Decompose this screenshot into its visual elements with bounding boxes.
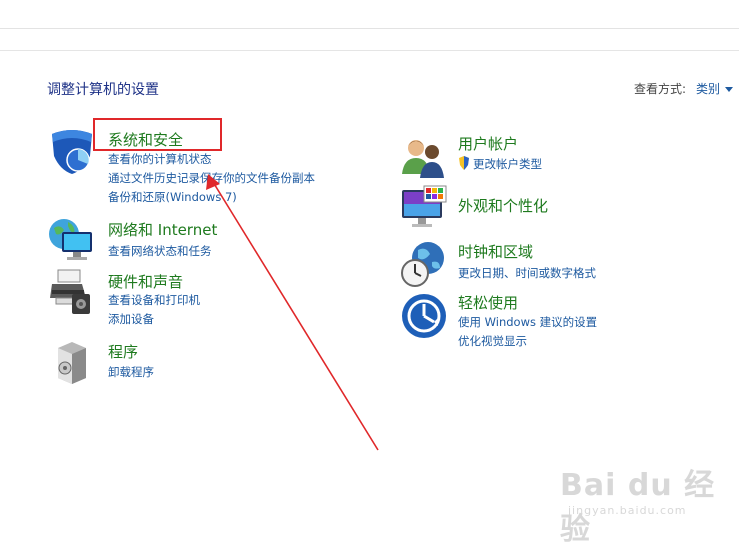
baidu-watermark: Bai du 经验 jingyan.baidu.com: [560, 460, 739, 548]
watermark-url: jingyan.baidu.com: [568, 504, 687, 517]
annotation-arrow: [206, 174, 379, 451]
